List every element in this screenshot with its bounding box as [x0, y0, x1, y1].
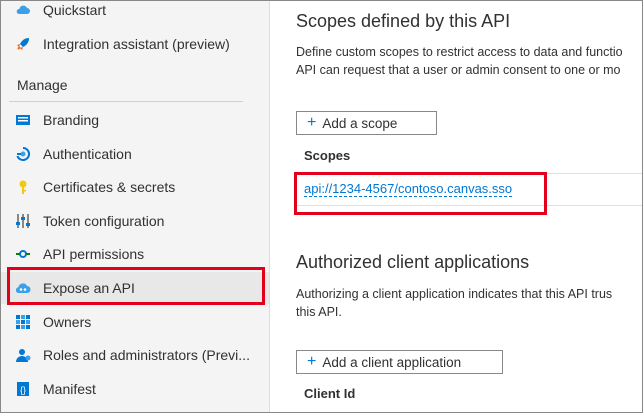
sidebar-item-label: API permissions: [43, 246, 145, 262]
authorized-description-line: Authorizing a client application indicat…: [296, 287, 613, 301]
sidebar-item-certificates[interactable]: Certificates & secrets: [1, 171, 269, 203]
sidebar-item-branding[interactable]: Branding: [1, 104, 269, 136]
sidebar-item-roles-and-administrators[interactable]: Roles and administrators (Previ...: [1, 339, 269, 371]
sidebar-item-label: Token configuration: [43, 213, 165, 229]
plus-icon: +: [307, 353, 317, 370]
scopes-column-header: Scopes: [304, 148, 351, 163]
sidebar-item-label: Quickstart: [43, 2, 107, 18]
scopes-description: Define custom scopes to restrict access …: [296, 43, 642, 79]
add-client-application-label: Add a client application: [322, 354, 462, 370]
add-client-application-button[interactable]: + Add a client application: [296, 350, 503, 374]
roles-icon: [16, 349, 31, 362]
api-permissions-icon: [16, 250, 30, 258]
sidebar: Quickstart Integration assistant (previe…: [1, 1, 270, 412]
scopes-description-line: Define custom scopes to restrict access …: [296, 45, 623, 59]
svg-text:{}: {}: [20, 385, 26, 395]
sidebar-item-token-configuration[interactable]: Token configuration: [1, 205, 269, 237]
branding-icon: [16, 115, 30, 125]
highlight-scope-link: [294, 172, 547, 215]
owners-icon: [16, 315, 30, 329]
sidebar-item-label: Branding: [43, 112, 100, 128]
sidebar-item-api-permissions[interactable]: API permissions: [1, 238, 269, 270]
authorized-description: Authorizing a client application indicat…: [296, 285, 642, 321]
client-id-column-header: Client Id: [304, 386, 356, 401]
key-icon: [19, 180, 27, 194]
sidebar-item-label: Manifest: [43, 381, 96, 397]
sidebar-item-owners[interactable]: Owners: [1, 306, 269, 338]
sidebar-item-label: Certificates & secrets: [43, 179, 176, 195]
sidebar-item-integration-assistant[interactable]: Integration assistant (preview): [1, 28, 269, 60]
plus-icon: +: [307, 114, 317, 131]
authentication-icon: [16, 146, 31, 161]
sidebar-item-label: Authentication: [43, 146, 132, 162]
sidebar-divider: [9, 101, 243, 102]
scopes-description-line: API can request that a user or admin con…: [296, 63, 621, 77]
authorized-description-line: this API.: [296, 305, 342, 319]
section-header-manage: Manage: [17, 77, 68, 93]
token-config-icon: [16, 214, 30, 228]
sidebar-item-label: Roles and administrators (Previ...: [43, 347, 250, 363]
sidebar-item-authentication[interactable]: Authentication: [1, 138, 269, 170]
highlight-expose-api: [7, 267, 265, 305]
manifest-icon: {}: [17, 382, 29, 396]
sidebar-item-label: Integration assistant (preview): [43, 36, 230, 52]
sidebar-item-manifest[interactable]: {} Manifest: [1, 373, 269, 405]
cloud-icon: [16, 5, 30, 14]
scopes-title: Scopes defined by this API: [296, 11, 511, 31]
sidebar-item-label: Owners: [43, 314, 92, 330]
add-scope-label: Add a scope: [322, 115, 398, 131]
sidebar-item-quickstart[interactable]: Quickstart: [1, 1, 269, 26]
authorized-clients-title: Authorized client applications: [296, 252, 530, 272]
add-scope-button[interactable]: + Add a scope: [296, 111, 437, 135]
rocket-icon: [17, 38, 29, 50]
app-frame: Quickstart Integration assistant (previe…: [0, 0, 643, 413]
